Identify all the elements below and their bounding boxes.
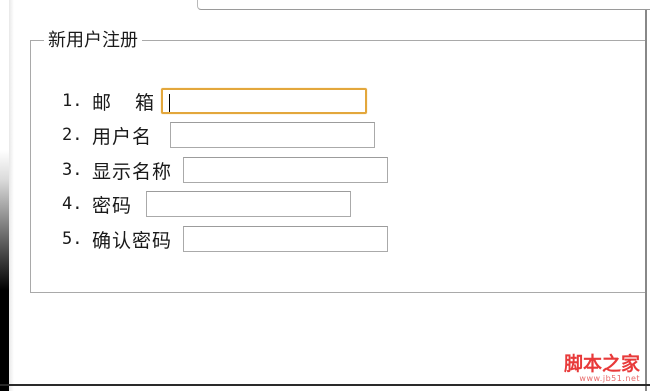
watermark-title: 脚本之家 <box>563 353 640 375</box>
email-label: 邮 箱 <box>92 91 164 114</box>
row-number: 5. <box>62 229 83 249</box>
username-field[interactable] <box>170 122 376 148</box>
username-label: 用户名 <box>92 125 153 148</box>
window-left-shadow <box>9 0 14 391</box>
password-field[interactable] <box>146 191 352 217</box>
window-bottom-edge <box>0 384 650 386</box>
form-row-confirm-password: 5. 确认密码 <box>62 224 389 254</box>
row-number: 4. <box>62 194 83 214</box>
form-row-email: 1. 邮 箱 <box>62 86 368 116</box>
window-left-edge <box>0 0 9 391</box>
top-strip <box>0 0 650 12</box>
text-caret <box>169 94 171 112</box>
site-watermark: 脚本之家 www.jb51.net <box>564 354 640 383</box>
form-row-password: 4. 密码 <box>62 189 352 219</box>
display-name-label: 显示名称 <box>92 160 173 183</box>
form-row-display-name: 3. 显示名称 <box>62 155 389 185</box>
row-number: 3. <box>62 160 83 180</box>
row-number: 1. <box>62 91 83 111</box>
row-number: 2. <box>62 125 83 145</box>
password-label: 密码 <box>92 194 133 217</box>
display-name-field[interactable] <box>183 157 389 183</box>
confirm-password-label: 确认密码 <box>92 229 173 252</box>
page-viewport: 新用户注册 1. 邮 箱 2. 用户名 3. 显示名称 4. 密码 5. 确认密… <box>0 0 650 391</box>
window-right-edge <box>645 10 647 391</box>
email-field[interactable] <box>161 88 368 114</box>
confirm-password-field[interactable] <box>183 226 389 252</box>
watermark-url: www.jb51.net <box>579 374 640 383</box>
fieldset-legend: 新用户注册 <box>44 30 142 52</box>
tab-edge <box>197 0 650 10</box>
form-row-username: 2. 用户名 <box>62 120 376 150</box>
